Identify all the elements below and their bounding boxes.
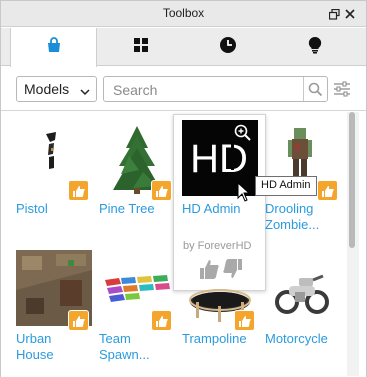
chevron-down-icon <box>80 84 90 100</box>
toolbox-window: Toolbox Models Search by ForeverHD Pisto… <box>0 0 367 377</box>
tab-marketplace[interactable] <box>10 28 97 67</box>
item-name: Pistol <box>16 201 48 216</box>
endorsed-badge <box>317 180 338 201</box>
zoom-icon[interactable] <box>234 124 252 147</box>
item-thumbnail <box>265 250 341 326</box>
clock-icon <box>219 36 237 59</box>
close-icon[interactable] <box>343 7 357 21</box>
lightbulb-icon <box>307 36 323 59</box>
tooltip: HD Admin <box>255 176 317 196</box>
bag-icon <box>45 36 63 59</box>
restore-icon[interactable] <box>327 7 341 21</box>
category-value: Models <box>24 81 70 97</box>
grid-icon <box>133 37 149 58</box>
tab-creations[interactable] <box>271 28 358 66</box>
item-name: Team Spawn... <box>99 331 150 362</box>
item-name: Trampoline <box>182 331 247 346</box>
cursor-icon <box>237 181 251 207</box>
search-placeholder: Search <box>113 82 158 98</box>
tab-recent[interactable] <box>184 28 271 66</box>
toolbar: Models Search <box>1 67 366 111</box>
category-select[interactable]: Models <box>16 76 97 102</box>
endorsed-badge <box>68 180 89 201</box>
tab-inventory[interactable] <box>97 28 184 66</box>
results-grid: by ForeverHD Pistol Pine Tree HD HD Admi… <box>1 112 366 377</box>
tab-bar <box>1 28 366 67</box>
item-name: Drooling Zombie... <box>265 201 320 232</box>
item-name: Pine Tree <box>99 201 155 216</box>
filter-icon[interactable] <box>333 80 351 98</box>
item-name: Motorcycle <box>265 331 328 346</box>
title-bar: Toolbox <box>1 1 366 27</box>
endorsed-badge <box>151 310 172 331</box>
endorsed-badge <box>234 310 255 331</box>
search-icon[interactable] <box>303 77 327 101</box>
scrollbar[interactable] <box>347 112 359 376</box>
endorsed-badge <box>151 180 172 201</box>
window-title: Toolbox <box>162 6 205 20</box>
search-input[interactable]: Search <box>103 76 328 102</box>
scrollbar-thumb[interactable] <box>349 112 355 248</box>
item-name: Urban House <box>16 331 54 362</box>
endorsed-badge <box>68 310 89 331</box>
